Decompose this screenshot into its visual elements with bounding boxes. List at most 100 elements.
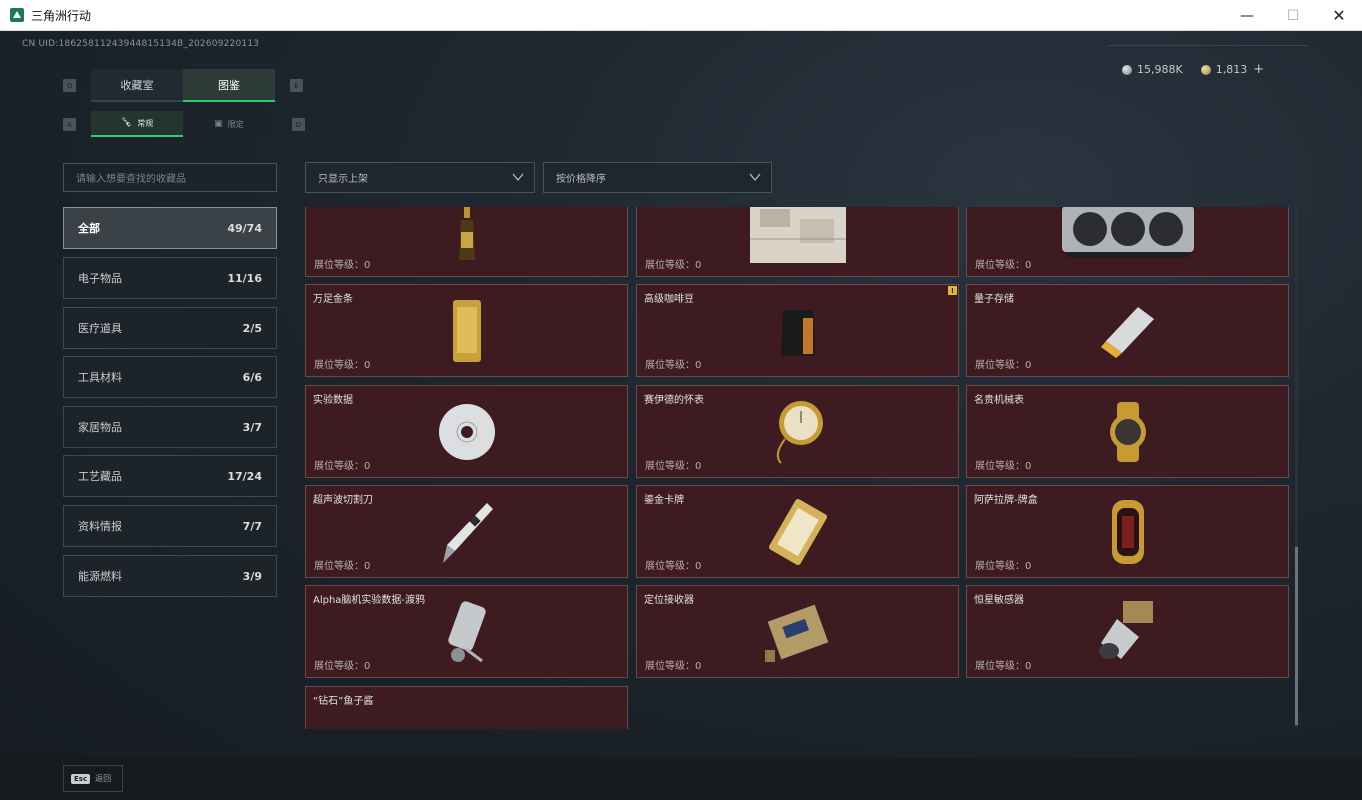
category-electronics[interactable]: 电子物品 11/16: [63, 257, 277, 299]
collectibles-grid: 展位等级：0 展位等级：0 展位等级：0 万足金条 展位等级：0 高级咖啡豆 !: [305, 207, 1291, 729]
app-logo-icon: [10, 8, 24, 22]
booth-level: 展位等级：0: [645, 360, 702, 371]
booth-level: 展位等级：0: [975, 260, 1032, 271]
coffee-bag-icon: [780, 309, 815, 356]
booth-level: 展位等级：0: [975, 461, 1032, 472]
item-card[interactable]: Alpha脑机实验数据-渡鸦 展位等级：0: [305, 585, 628, 678]
item-name: 量子存储: [974, 294, 1014, 305]
category-intel[interactable]: 资料情报 7/7: [63, 505, 277, 547]
item-card[interactable]: 量子存储 展位等级：0: [966, 284, 1289, 377]
subtab-regular[interactable]: 🍾︎ 常规: [91, 111, 183, 137]
booth-level: 展位等级：0: [645, 461, 702, 472]
esc-key: Esc: [71, 773, 91, 784]
category-household[interactable]: 家居物品 3/7: [63, 406, 277, 448]
item-card[interactable]: 恒星敏感器 展位等级：0: [966, 585, 1289, 678]
pocket-watch-icon: [776, 400, 823, 464]
user-uid: CN UID:18625811243944815134B_20260922011…: [22, 39, 260, 49]
item-card[interactable]: “钻石”鱼子酱: [305, 686, 628, 729]
item-card[interactable]: 定位接收器 展位等级：0: [636, 585, 959, 678]
gold-coin-icon: [1200, 64, 1211, 75]
currency-display: 15,988K 1,813 +: [1122, 62, 1264, 77]
item-name: 阿萨拉牌-牌盒: [974, 495, 1038, 506]
tab-collection-room[interactable]: 收藏室: [91, 69, 183, 102]
item-card[interactable]: 超声波切割刀 展位等级：0: [305, 485, 628, 578]
item-card[interactable]: 万足金条 展位等级：0: [305, 284, 628, 377]
item-card[interactable]: 展位等级：0: [636, 207, 959, 277]
sort-value: 按价格降序: [556, 174, 606, 185]
category-count: 7/7: [242, 519, 262, 533]
category-crafts[interactable]: 工艺藏品 17/24: [63, 455, 277, 497]
booth-level: 展位等级：0: [314, 461, 371, 472]
item-card[interactable]: 赛伊德的怀表 展位等级：0: [636, 385, 959, 478]
prev-tab-key[interactable]: Q: [63, 79, 76, 92]
gold-bar-icon: [452, 299, 481, 362]
back-label: 返回: [95, 774, 112, 783]
disc-icon: [438, 403, 495, 460]
subtab-limited-label: 限定: [227, 119, 244, 129]
item-name: 万足金条: [313, 294, 353, 305]
card-box-icon: [1111, 499, 1144, 564]
display-filter-dropdown[interactable]: 只显示上架: [305, 162, 535, 193]
cutter-knife-icon: [442, 502, 493, 563]
item-name: Alpha脑机实验数据-渡鸦: [313, 595, 426, 606]
add-currency-button[interactable]: +: [1253, 62, 1264, 77]
back-button[interactable]: Esc 返回: [63, 765, 123, 792]
category-tools[interactable]: 工具材料 6/6: [63, 356, 277, 398]
window-titlebar: 三角洲行动 — ☐ ✕: [0, 0, 1362, 31]
item-card[interactable]: 实验数据 展位等级：0: [305, 385, 628, 478]
item-card[interactable]: 展位等级：0: [966, 207, 1289, 277]
sort-dropdown[interactable]: 按价格降序: [543, 162, 772, 193]
item-name: 赛伊德的怀表: [644, 395, 704, 406]
next-subtab-key[interactable]: D: [292, 118, 305, 131]
receiver-icon: [764, 604, 828, 662]
gold-amount: 1,813: [1215, 63, 1248, 76]
silver-coin-icon: [1122, 64, 1132, 75]
category-label: 全部: [78, 222, 100, 235]
gold-card-icon: [768, 498, 827, 565]
item-card[interactable]: 展位等级：0: [305, 207, 628, 277]
category-medical[interactable]: 医疗道具 2/5: [63, 307, 277, 349]
decorative-line: [1108, 45, 1308, 46]
item-name: 名贵机械表: [974, 395, 1024, 406]
sensor-icon: [1098, 600, 1153, 659]
item-name: 超声波切割刀: [313, 495, 373, 506]
bottle-icon: 🍾︎: [120, 118, 133, 128]
category-label: 家居物品: [78, 421, 122, 434]
champagne-bottle-icon: [458, 207, 475, 260]
search-input[interactable]: 请输入想要查找的收藏品: [63, 163, 277, 192]
display-filter-value: 只显示上架: [318, 174, 368, 185]
subtab-limited[interactable]: ▣ 限定: [183, 111, 275, 137]
graphics-card-icon: [1061, 207, 1194, 258]
usb-drive-icon: [1100, 306, 1154, 358]
prev-subtab-key[interactable]: A: [63, 118, 76, 131]
item-card[interactable]: 高级咖啡豆 ! 展位等级：0: [636, 284, 959, 377]
next-tab-key[interactable]: E: [290, 79, 303, 92]
item-card[interactable]: 名贵机械表 展位等级：0: [966, 385, 1289, 478]
category-count: 3/9: [242, 569, 262, 583]
category-count: 17/24: [227, 469, 262, 483]
booth-level: 展位等级：0: [645, 561, 702, 572]
booth-level: 展位等级：0: [645, 661, 702, 672]
minimize-button[interactable]: —: [1224, 0, 1270, 31]
booth-level: 展位等级：0: [314, 661, 371, 672]
category-all[interactable]: 全部 49/74: [63, 207, 277, 249]
search-placeholder: 请输入想要查找的收藏品: [76, 174, 186, 185]
booth-level: 展位等级：0: [314, 561, 371, 572]
item-card[interactable]: 阿萨拉牌-牌盒 展位等级：0: [966, 485, 1289, 578]
maximize-button[interactable]: ☐: [1270, 0, 1316, 31]
category-label: 能源燃料: [78, 570, 122, 583]
tab-catalog[interactable]: 图鉴: [183, 69, 275, 102]
category-label: 医疗道具: [78, 322, 122, 335]
grid-scrollbar-thumb[interactable]: [1295, 547, 1298, 725]
item-name: 恒星敏感器: [974, 595, 1024, 606]
sub-tabs: 🍾︎ 常规 ▣ 限定: [91, 111, 275, 137]
item-card[interactable]: 鎏金卡牌 展位等级：0: [636, 485, 959, 578]
booth-level: 展位等级：0: [314, 260, 371, 271]
canister-icon: [447, 600, 486, 662]
category-fuel[interactable]: 能源燃料 3/9: [63, 555, 277, 597]
category-count: 3/7: [242, 420, 262, 434]
category-label: 工具材料: [78, 371, 122, 384]
close-button[interactable]: ✕: [1316, 0, 1362, 31]
category-label: 电子物品: [78, 272, 122, 285]
main-tabs: 收藏室 图鉴: [91, 69, 275, 102]
